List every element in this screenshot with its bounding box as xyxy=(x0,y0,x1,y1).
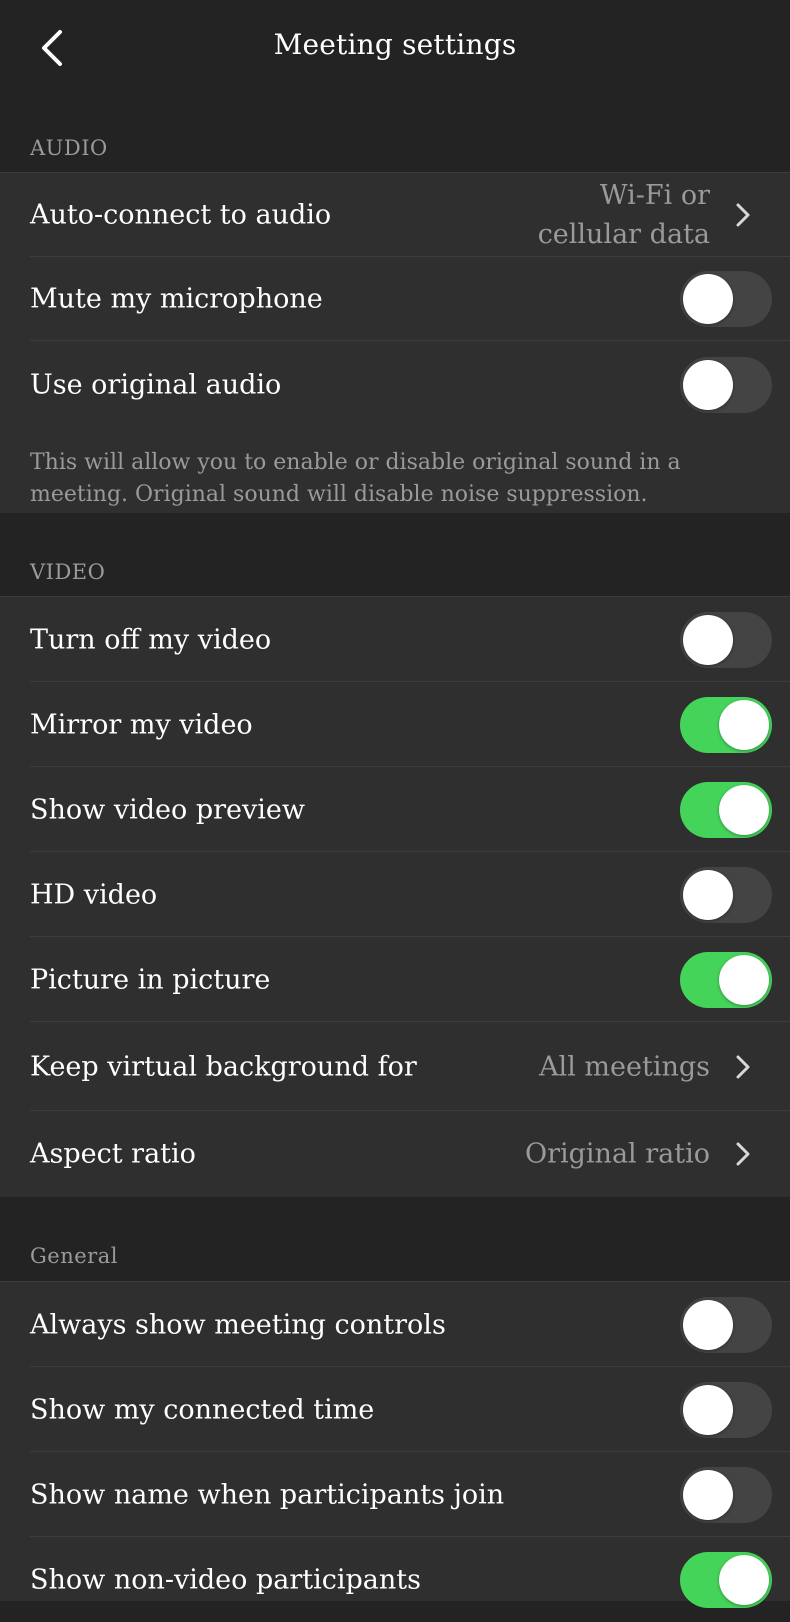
always-show-controls-toggle[interactable] xyxy=(680,1296,772,1353)
virtual-background-value: All meetings xyxy=(539,1051,710,1082)
picture-in-picture-row: Picture in picture xyxy=(0,937,790,1022)
picture-in-picture-label: Picture in picture xyxy=(30,964,271,995)
original-audio-label: Use original audio xyxy=(30,369,282,401)
original-audio-row: Use original audio xyxy=(0,341,790,429)
section-label-audio: AUDIO xyxy=(30,136,108,160)
toggle-knob xyxy=(719,699,769,750)
auto-connect-audio-value-line2: cellular data xyxy=(537,219,710,250)
non-video-participants-label: Show non-video participants xyxy=(30,1564,421,1595)
show-name-join-toggle[interactable] xyxy=(680,1466,772,1523)
auto-connect-audio-value: Wi-Fi or cellular data xyxy=(538,176,710,254)
audio-group: Auto-connect to audio Wi-Fi or cellular … xyxy=(0,172,790,513)
page-title: Meeting settings xyxy=(273,28,517,61)
toggle-knob xyxy=(683,1469,733,1520)
picture-in-picture-toggle[interactable] xyxy=(680,951,772,1008)
turn-off-video-row: Turn off my video xyxy=(0,597,790,682)
toggle-knob xyxy=(683,869,733,920)
connected-time-label: Show my connected time xyxy=(30,1394,375,1425)
hd-video-label: HD video xyxy=(30,879,158,910)
always-show-controls-row: Always show meeting controls xyxy=(0,1282,790,1367)
aspect-ratio-row[interactable]: Aspect ratio Original ratio xyxy=(0,1111,790,1197)
aspect-ratio-label: Aspect ratio xyxy=(30,1138,196,1170)
always-show-controls-label: Always show meeting controls xyxy=(30,1309,446,1340)
hd-video-row: HD video xyxy=(0,852,790,937)
toggle-knob xyxy=(683,1299,733,1350)
virtual-background-row[interactable]: Keep virtual background for All meetings xyxy=(0,1022,790,1111)
general-group: Always show meeting controls Show my con… xyxy=(0,1281,790,1608)
turn-off-video-label: Turn off my video xyxy=(30,624,272,655)
toggle-knob xyxy=(683,614,733,665)
toggle-knob xyxy=(719,784,769,835)
mirror-video-toggle[interactable] xyxy=(680,696,772,753)
auto-connect-audio-row[interactable]: Auto-connect to audio Wi-Fi or cellular … xyxy=(0,173,790,257)
mute-microphone-toggle[interactable] xyxy=(680,271,772,327)
mute-microphone-label: Mute my microphone xyxy=(30,283,323,315)
mirror-video-row: Mirror my video xyxy=(0,682,790,767)
mute-microphone-row: Mute my microphone xyxy=(0,257,790,341)
section-label-video: VIDEO xyxy=(30,560,106,584)
chevron-right-icon xyxy=(736,1055,750,1078)
turn-off-video-toggle[interactable] xyxy=(680,611,772,668)
toggle-knob xyxy=(683,274,733,324)
section-label-general: General xyxy=(30,1244,118,1268)
video-group: Turn off my video Mirror my video Show v… xyxy=(0,596,790,1197)
show-name-join-row: Show name when participants join xyxy=(0,1452,790,1537)
show-video-preview-label: Show video preview xyxy=(30,794,305,825)
show-video-preview-toggle[interactable] xyxy=(680,781,772,838)
show-video-preview-row: Show video preview xyxy=(0,767,790,852)
mirror-video-label: Mirror my video xyxy=(30,709,253,740)
connected-time-toggle[interactable] xyxy=(680,1381,772,1438)
hd-video-toggle[interactable] xyxy=(680,866,772,923)
chevron-right-icon xyxy=(736,203,750,227)
toggle-knob xyxy=(683,360,733,410)
non-video-participants-row: Show non-video participants xyxy=(0,1537,790,1622)
aspect-ratio-value: Original ratio xyxy=(524,1138,710,1170)
toggle-knob xyxy=(683,1384,733,1435)
non-video-participants-toggle[interactable] xyxy=(680,1551,772,1608)
chevron-right-icon xyxy=(736,1142,750,1166)
show-name-join-label: Show name when participants join xyxy=(30,1479,505,1510)
toggle-knob xyxy=(719,1554,769,1605)
header-bar: Meeting settings xyxy=(0,0,790,98)
original-audio-toggle[interactable] xyxy=(680,357,772,413)
original-audio-note: This will allow you to enable or disable… xyxy=(30,450,681,507)
auto-connect-audio-label: Auto-connect to audio xyxy=(30,199,332,231)
toggle-knob xyxy=(719,954,769,1005)
auto-connect-audio-value-line1: Wi-Fi or xyxy=(599,180,710,211)
connected-time-row: Show my connected time xyxy=(0,1367,790,1452)
virtual-background-label: Keep virtual background for xyxy=(30,1051,417,1082)
